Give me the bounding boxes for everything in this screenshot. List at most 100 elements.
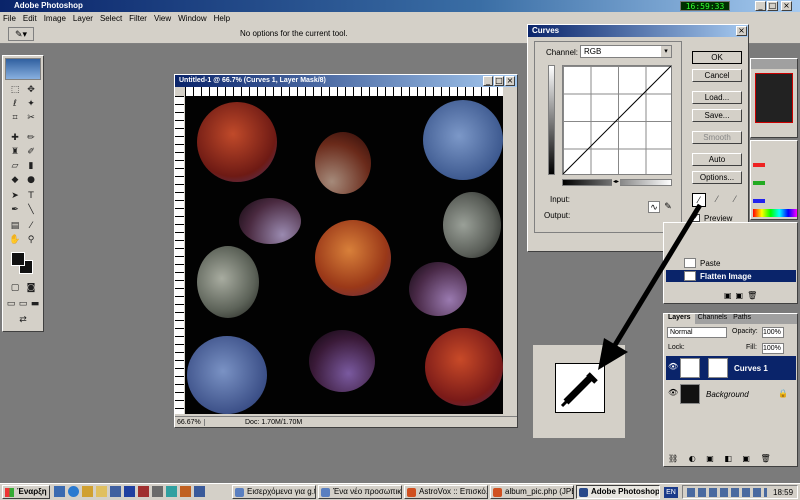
doc-maximize-button[interactable]: □: [494, 76, 504, 86]
clone-stamp-icon[interactable]: ♜: [9, 146, 21, 158]
move-tool-icon[interactable]: ✥: [25, 84, 37, 96]
zoom-tool-icon[interactable]: ⚲: [25, 234, 37, 246]
gradient-swap-icon[interactable]: ◂▸: [612, 179, 620, 186]
curve-line[interactable]: [563, 66, 671, 174]
ok-button[interactable]: OK: [692, 51, 742, 64]
channel-select[interactable]: RGB ▾: [580, 45, 672, 58]
moon-red-2: [315, 220, 391, 296]
tab-paths[interactable]: Paths: [730, 314, 754, 324]
eraser-tool-icon[interactable]: ▱: [9, 160, 21, 172]
foreground-color-swatch[interactable]: [11, 252, 25, 266]
screen-mode-full-icon[interactable]: ▭: [17, 298, 29, 310]
quicklaunch-app3-icon[interactable]: [166, 486, 177, 497]
quicklaunch-desktop-icon[interactable]: [54, 486, 65, 497]
doc-close-button[interactable]: ×: [505, 76, 515, 86]
load-button[interactable]: Load...: [692, 91, 742, 104]
layer-row[interactable]: 👁 Background 🔒: [666, 382, 796, 406]
color-slider-green[interactable]: [753, 181, 765, 185]
tray-icons[interactable]: [687, 488, 767, 497]
type-tool-icon[interactable]: T: [25, 190, 37, 202]
path-selection-icon[interactable]: ➤: [9, 190, 21, 202]
quicklaunch-app-icon[interactable]: [138, 486, 149, 497]
jump-to-imageready-icon[interactable]: ⇄: [13, 314, 33, 326]
shape-tool-icon[interactable]: ╲: [25, 204, 37, 216]
menu-select[interactable]: Select: [100, 14, 122, 23]
opacity-input[interactable]: 100%: [762, 327, 784, 338]
quicklaunch-app5-icon[interactable]: [194, 486, 205, 497]
options-button[interactable]: Options...: [692, 171, 742, 184]
menu-image[interactable]: Image: [44, 14, 66, 23]
magic-wand-icon[interactable]: ✦: [25, 98, 37, 110]
lasso-tool-icon[interactable]: ℓ: [9, 98, 21, 110]
tool-preset-picker[interactable]: ✎▾: [8, 27, 34, 41]
image-canvas[interactable]: [185, 96, 503, 414]
quicklaunch-app4-icon[interactable]: [180, 486, 191, 497]
taskbar-item-album[interactable]: album_pic.php (JPE...: [490, 485, 574, 499]
zoom-level[interactable]: 66.67%: [175, 418, 205, 426]
eyedropper-tool-icon[interactable]: ⁄: [25, 220, 37, 232]
quicklaunch-outlook-icon[interactable]: [82, 486, 93, 497]
color-spectrum[interactable]: [753, 209, 797, 217]
navigator-tab-strip: [751, 59, 797, 69]
screen-mode-black-icon[interactable]: ▬: [29, 298, 41, 310]
menu-file[interactable]: File: [3, 14, 16, 23]
color-slider-blue[interactable]: [753, 199, 765, 203]
screen-mode-standard-icon[interactable]: ▭: [5, 298, 17, 310]
quicklaunch-explorer-icon[interactable]: [96, 486, 107, 497]
minimize-button[interactable]: _: [755, 1, 766, 11]
quicklaunch-app2-icon[interactable]: [152, 486, 163, 497]
quicklaunch-ie-icon[interactable]: [68, 486, 79, 497]
history-brush-icon[interactable]: ✐: [25, 146, 37, 158]
start-button[interactable]: Έναρξη: [2, 485, 50, 499]
standard-mode-icon[interactable]: ▢: [9, 282, 21, 294]
doc-size-info[interactable]: Doc: 1.70M/1.70M: [205, 419, 302, 426]
menu-window[interactable]: Window: [178, 14, 206, 23]
smooth-button[interactable]: Smooth: [692, 131, 742, 144]
fill-input[interactable]: 100%: [762, 343, 784, 354]
doc-minimize-button[interactable]: _: [483, 76, 493, 86]
cancel-button[interactable]: Cancel: [692, 69, 742, 82]
layer-name: Curves 1: [734, 364, 768, 373]
clock-display: 16:59:33: [680, 1, 730, 11]
taskbar-item-new-message[interactable]: Ένα νέο προσωπικό...: [318, 485, 402, 499]
brush-tool-icon[interactable]: ✏: [25, 132, 37, 144]
blur-tool-icon[interactable]: ◆: [9, 174, 21, 186]
curves-close-button[interactable]: ×: [736, 26, 747, 36]
menu-edit[interactable]: Edit: [23, 14, 37, 23]
notes-tool-icon[interactable]: ▤: [9, 220, 21, 232]
close-button[interactable]: ×: [781, 1, 792, 11]
auto-button[interactable]: Auto: [692, 153, 742, 166]
menu-filter[interactable]: Filter: [129, 14, 147, 23]
gradient-tool-icon[interactable]: ▮: [25, 160, 37, 172]
taskbar-item-inbox[interactable]: Εισερχόμενα για g.t...: [232, 485, 316, 499]
gray-eyedropper-icon[interactable]: ⁄: [710, 193, 724, 207]
quick-mask-icon[interactable]: ◙: [25, 282, 37, 294]
hand-tool-icon[interactable]: ✋: [9, 234, 21, 246]
taskbar-item-astrovox[interactable]: AstroVox :: Επισκό...: [404, 485, 488, 499]
language-indicator[interactable]: EN: [664, 487, 678, 498]
pen-tool-icon[interactable]: ✒: [9, 204, 21, 216]
menu-help[interactable]: Help: [214, 14, 230, 23]
color-slider-red[interactable]: [753, 163, 765, 167]
eye-icon[interactable]: 👁: [668, 388, 678, 397]
taskbar-item-label: Adobe Photoshop: [591, 487, 660, 496]
crop-tool-icon[interactable]: ⌗: [9, 112, 21, 124]
menu-view[interactable]: View: [154, 14, 171, 23]
marquee-tool-icon[interactable]: ⬚: [9, 84, 21, 96]
curves-title-bar: Curves: [528, 25, 748, 37]
healing-brush-icon[interactable]: ✚: [9, 132, 21, 144]
curve-graph[interactable]: [562, 65, 672, 175]
layer-name: Background: [706, 390, 749, 399]
dodge-tool-icon[interactable]: ●: [25, 174, 37, 186]
output-gradient-bar: [548, 65, 555, 175]
maximize-button[interactable]: □: [767, 1, 778, 11]
quicklaunch-media-icon[interactable]: [110, 486, 121, 497]
save-button[interactable]: Save...: [692, 109, 742, 122]
tray-clock[interactable]: 18:59: [773, 488, 793, 497]
quicklaunch-word-icon[interactable]: [124, 486, 135, 497]
adobe-logo-icon[interactable]: [5, 58, 41, 80]
slice-tool-icon[interactable]: ✂: [25, 112, 37, 124]
taskbar-item-photoshop[interactable]: Adobe Photoshop: [576, 485, 660, 499]
menu-layer[interactable]: Layer: [73, 14, 93, 23]
white-eyedropper-icon[interactable]: ⁄: [728, 193, 742, 207]
